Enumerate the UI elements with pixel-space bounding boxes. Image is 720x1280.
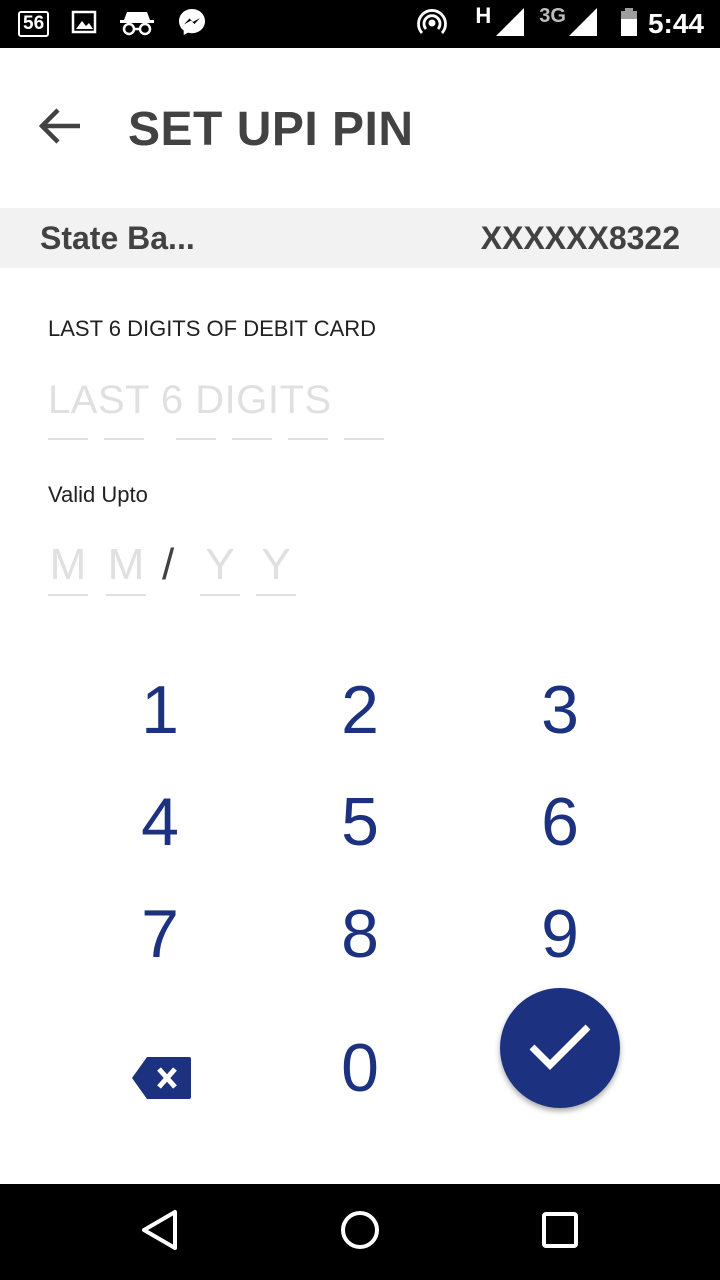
valid-upto-label: Valid Upto	[48, 482, 148, 507]
card-digits-placeholder: LAST 6 DIGITS	[48, 378, 332, 422]
expiry-year-digit-2: Y	[261, 540, 291, 589]
key-9[interactable]: 9	[480, 884, 640, 984]
network-type-h: H	[475, 3, 492, 28]
signal-icon-secondary	[568, 7, 598, 42]
incognito-icon	[119, 8, 155, 41]
back-button[interactable]	[30, 100, 90, 156]
bank-name: State Ba...	[40, 220, 195, 256]
key-7[interactable]: 7	[80, 884, 240, 984]
expiry-year-slot-2	[256, 594, 296, 596]
nav-home-button[interactable]	[320, 1202, 400, 1262]
app-bar: SET UPI PIN	[0, 48, 720, 208]
key-3[interactable]: 3	[480, 660, 640, 760]
status-bar: 56 H 3G 5:44	[0, 0, 720, 48]
expiry-year-slot-1	[200, 594, 240, 596]
back-triangle-icon	[140, 1209, 180, 1256]
digit-slot-6	[344, 438, 384, 440]
status-bar-right: H 3G 5:44	[417, 3, 704, 42]
navigation-bar	[0, 1184, 720, 1280]
digit-slot-3	[176, 438, 216, 440]
notification-count-badge: 56	[18, 11, 50, 37]
page-title: SET UPI PIN	[128, 103, 414, 156]
key-0[interactable]: 0	[280, 1018, 440, 1118]
digit-slot-5	[288, 438, 328, 440]
expiry-month-digit-1: M	[49, 540, 87, 589]
nav-back-button[interactable]	[120, 1202, 200, 1262]
key-6[interactable]: 6	[480, 772, 640, 872]
recents-square-icon	[541, 1211, 579, 1254]
image-icon	[71, 9, 97, 40]
card-digits-label: LAST 6 DIGITS OF DEBIT CARD	[48, 316, 377, 341]
messenger-icon	[177, 7, 207, 42]
submit-button[interactable]	[500, 988, 620, 1108]
key-2[interactable]: 2	[280, 660, 440, 760]
hotspot-icon	[417, 7, 448, 42]
expiry-month-slot-2	[106, 594, 146, 596]
digit-slot-1	[48, 438, 88, 440]
backspace-button[interactable]	[110, 1030, 214, 1130]
clock: 5:44	[647, 8, 704, 39]
arrow-back-icon	[36, 106, 84, 151]
home-circle-icon	[339, 1209, 381, 1256]
key-5[interactable]: 5	[280, 772, 440, 872]
status-bar-left: 56	[18, 8, 229, 40]
key-4[interactable]: 4	[80, 772, 240, 872]
digit-slot-4	[232, 438, 272, 440]
nav-recents-button[interactable]	[520, 1202, 600, 1262]
digit-slot-2	[104, 438, 144, 440]
expiry-separator: /	[162, 540, 175, 589]
key-1[interactable]: 1	[80, 660, 240, 760]
expiry-year-digit-1: Y	[205, 540, 235, 589]
key-8[interactable]: 8	[280, 884, 440, 984]
network-type-3g: 3G	[539, 4, 566, 27]
signal-icon	[495, 7, 525, 42]
account-number: XXXXXX8322	[480, 220, 680, 256]
account-row: State Ba... XXXXXX8322	[0, 208, 720, 268]
expiry-month-digit-2: M	[107, 540, 145, 589]
backspace-icon	[131, 1055, 193, 1106]
battery-icon	[620, 7, 638, 42]
check-icon	[528, 1021, 592, 1076]
expiry-month-slot-1	[48, 594, 88, 596]
